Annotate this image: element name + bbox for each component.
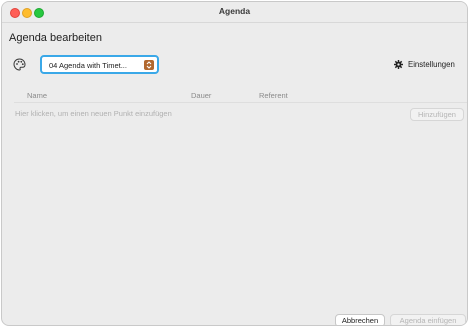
- title-bar: Agenda: [2, 2, 467, 23]
- column-header-referent[interactable]: Referent: [259, 91, 288, 100]
- settings-label: Einstellungen: [408, 60, 455, 69]
- gear-icon: [394, 60, 403, 69]
- add-item-button[interactable]: Hinzufügen: [410, 108, 464, 121]
- agenda-items-table: Name Dauer Referent Hier klicken, um ein…: [14, 90, 467, 312]
- insert-agenda-button[interactable]: Agenda einfügen: [390, 314, 466, 325]
- column-header-name[interactable]: Name: [27, 91, 47, 100]
- column-header-dauer[interactable]: Dauer: [191, 91, 211, 100]
- agenda-template-select[interactable]: 04 Agenda with Timet...: [40, 55, 159, 74]
- agenda-template-select-value: 04 Agenda with Timet...: [49, 61, 127, 70]
- palette-icon[interactable]: [13, 58, 26, 71]
- chevron-updown-icon: [144, 60, 154, 70]
- add-item-hint[interactable]: Hier klicken, um einen neuen Punkt einzu…: [15, 109, 172, 118]
- agenda-window: Agenda Agenda bearbeiten 04 Agenda with …: [1, 1, 468, 326]
- window-title: Agenda: [218, 6, 251, 16]
- settings-button[interactable]: Einstellungen: [394, 60, 455, 69]
- page-title: Agenda bearbeiten: [9, 32, 102, 44]
- header-divider: [14, 102, 467, 103]
- cancel-button[interactable]: Abbrechen: [335, 314, 385, 325]
